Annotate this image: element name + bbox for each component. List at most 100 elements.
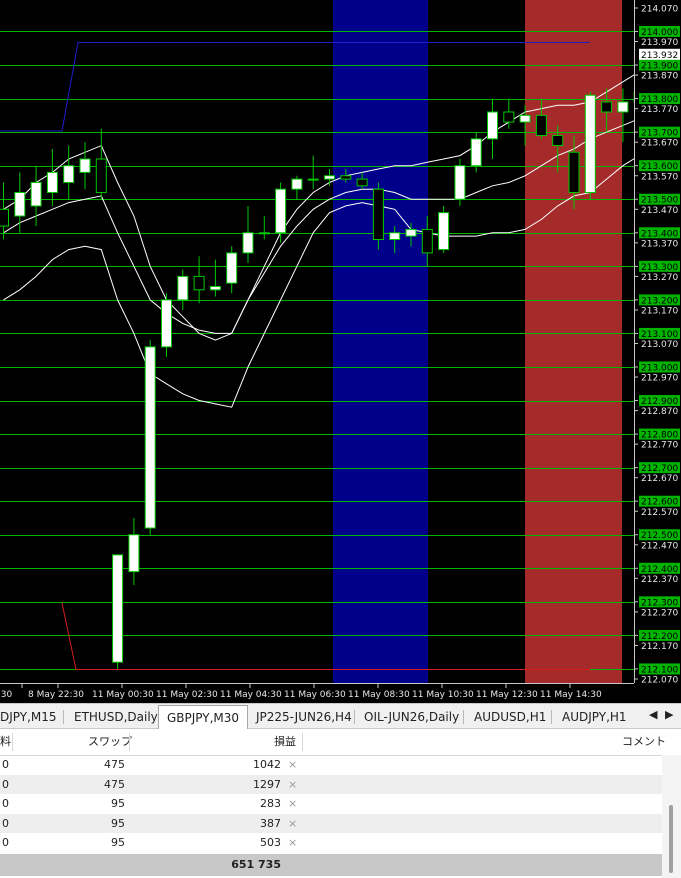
close-position-icon[interactable]: × [288,814,297,833]
candle-body [405,228,417,237]
price-tick-label: 213.470 [641,206,678,216]
candle-body [324,175,335,180]
candle-body [46,171,58,194]
table-row[interactable]: 0 95 387 × [0,814,662,833]
time-tick-label: 11 May 04:30 [220,690,282,700]
profit-cell: 503 [260,836,281,849]
tab-label: AUDJPY,H1 [562,710,627,724]
tab-scroll-left-icon[interactable]: ◀ [649,708,657,721]
price-tick-label: 213.100 [641,330,678,340]
price-tick-label: 213.770 [641,105,678,115]
candle-body [79,158,91,173]
price-tick-label: 213.970 [641,38,678,48]
price-tick-label: 212.200 [641,632,678,642]
candle-body [30,181,42,207]
profit-cell: 387 [260,817,281,830]
price-tick-label: 213.270 [641,273,678,283]
table-row[interactable]: 0 475 1297 × [0,775,662,794]
candle-body [601,101,613,113]
price-tick-label: 212.300 [641,598,678,608]
candle-body [535,114,547,136]
candle-body [0,208,9,227]
price-tick-label: 212.770 [641,441,678,451]
commission-cell: 0 [2,836,9,849]
current-price-label: 213.932 [641,51,678,61]
tab-divider [551,710,552,724]
table-row[interactable]: 0 95 503 × [0,833,662,852]
time-tick-label: 11 May 14:30 [540,690,602,700]
tab-scroll-right-icon[interactable]: ▶ [665,708,673,721]
price-tick-label: 212.900 [641,397,678,407]
price-tick-label: 213.600 [641,162,678,172]
price-tick-label: 212.800 [641,431,678,441]
price-tick-label: 213.900 [641,62,678,72]
close-position-icon[interactable]: × [288,833,297,852]
profit-cell: 1042 [253,758,281,771]
candle-body [454,165,466,200]
tab-djpy-m15[interactable]: DJPY,M15 [0,707,57,727]
time-tick-label: 11 May 06:30 [284,690,346,700]
swap-cell: 475 [104,758,125,771]
candle-body [275,188,287,234]
price-tick-label: 212.400 [641,565,678,575]
commission-cell: 0 [2,758,9,771]
time-tick-label: 11 May 08:30 [348,690,410,700]
candle-body [487,111,498,140]
tab-divider [63,710,64,724]
candle-body [503,111,515,123]
tab-divider [354,710,355,724]
price-tick-label: 214.070 [641,5,678,15]
candle-body [112,554,124,663]
close-position-icon[interactable]: × [288,755,297,774]
commission-cell: 0 [2,817,9,830]
price-tick-label: 212.470 [641,541,678,551]
time-tick-label: 11 May 00:30 [92,690,154,700]
tab-label: ETHUSD,Daily [74,710,158,724]
candle-body [161,299,172,348]
header-commission[interactable]: 料 [0,729,11,755]
close-position-icon[interactable]: × [288,775,297,794]
table-header: 料 スワップ 損益 コメント [0,729,666,756]
price-tick-label: 212.670 [641,474,678,484]
candle-body [291,178,303,190]
price-tick-label: 212.270 [641,608,678,618]
header-comment[interactable]: コメント [622,729,666,755]
chart-tab-bar: DJPY,M15 ETHUSD,Daily GBPJPY,M30 JP225-J… [0,703,681,729]
candle-body [144,346,156,529]
tab-audusd-h1[interactable]: AUDUSD,H1 [474,707,546,727]
table-row[interactable]: 0 475 1042 × [0,755,662,774]
tab-jp225-jun26-h4[interactable]: JP225-JUN26,H4 [256,707,352,727]
scrollbar-thumb[interactable] [669,805,673,873]
header-swap[interactable]: スワップ [88,729,132,755]
tab-ethusd-daily[interactable]: ETHUSD,Daily [74,707,158,727]
tab-label: OIL-JUN26,Daily [364,710,460,724]
price-tick-label: 213.400 [641,229,678,239]
tab-audjpy-h1[interactable]: AUDJPY,H1 [562,707,627,727]
table-scrollbar[interactable] [662,755,681,878]
price-tick-label: 213.070 [641,340,678,350]
chart-canvas[interactable]: 214.070 214.000213.970 213.900213.870 213.8… [0,0,681,703]
session-band-blue [333,0,428,683]
price-tick-label: 213.000 [641,363,678,373]
candle-body [356,178,368,187]
price-chart[interactable]: 214.070 214.000 213.970 213.900 213.870 213.8… [0,0,681,703]
candle-body [438,212,450,251]
price-tick-label: 212.870 [641,407,678,417]
candle-body [470,138,482,167]
time-tick-label: 11 May 10:30 [412,690,474,700]
candle-body [372,188,384,240]
bid-line [61,602,590,670]
price-tick-label: 213.800 [641,95,678,105]
swap-cell: 95 [111,797,125,810]
total-profit: 651 735 [231,858,281,871]
tab-scroll-controls: ◀ ▶ [647,704,681,728]
candle-body [552,134,564,147]
tab-oil-jun26-daily[interactable]: OIL-JUN26,Daily [364,707,459,727]
close-position-icon[interactable]: × [288,794,297,813]
time-tick-label: 8 May 22:30 [28,690,84,700]
header-profit[interactable]: 損益 [274,729,296,755]
candle-body [258,232,270,235]
table-row[interactable]: 0 95 283 × [0,794,662,813]
tab-divider [463,710,464,724]
tab-gbpjpy-m30[interactable]: GBPJPY,M30 [158,705,249,729]
